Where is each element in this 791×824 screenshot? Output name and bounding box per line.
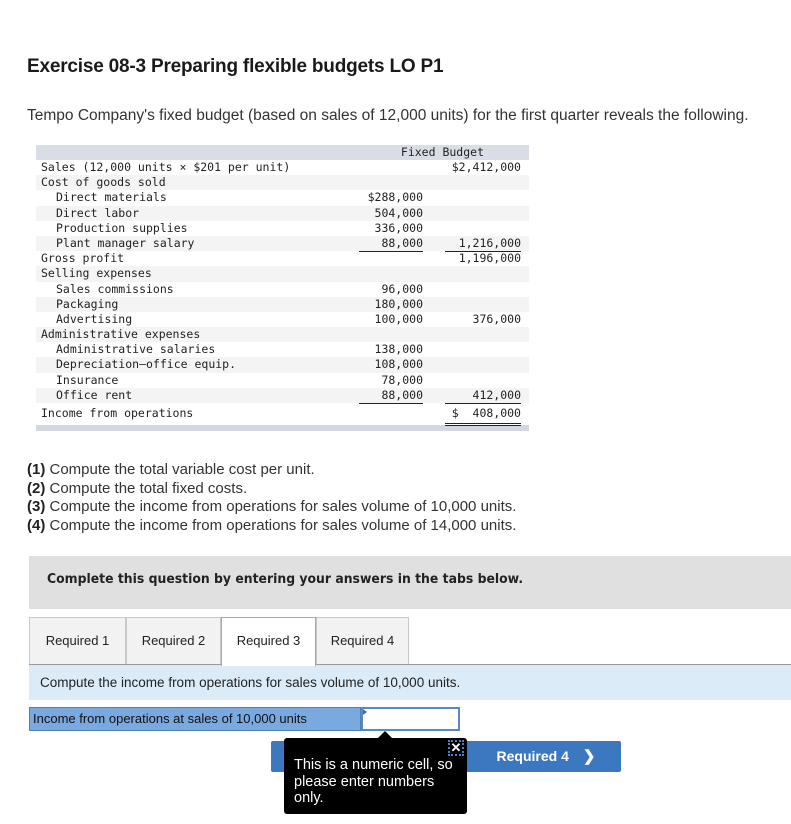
tooltip-arrow: [378, 731, 392, 738]
requirement-item: (1) Compute the total variable cost per …: [27, 461, 516, 480]
row-label: Direct materials: [56, 190, 167, 205]
tooltip-text: This is a numeric cell, so please enter …: [294, 757, 453, 806]
tab-required-4[interactable]: Required 4: [316, 617, 409, 665]
table-row: Depreciation—office equip. 108,000: [36, 357, 529, 373]
row-label: Depreciation—office equip.: [56, 357, 237, 372]
intro-text: Tempo Company's fixed budget (based on s…: [27, 107, 749, 124]
next-required-4-button[interactable]: Required 4 ❯: [471, 741, 621, 772]
row-label: Sales (12,000 units × $201 per unit): [41, 160, 291, 174]
instruction-banner: Complete this question by entering your …: [29, 556, 791, 609]
table-row: Selling expenses: [36, 266, 529, 282]
total-amount: $ 408,000: [445, 403, 521, 426]
next-button-label: Required 4: [496, 748, 569, 764]
table-row: Sales commissions 96,000: [36, 282, 529, 297]
table-row: Production supplies 336,000: [36, 221, 529, 236]
requirements-list: (1) Compute the total variable cost per …: [27, 461, 516, 535]
total-amount: $2,412,000: [451, 160, 521, 174]
table-row: Advertising 100,000 376,000: [36, 311, 529, 328]
requirement-item: (4) Compute the income from operations f…: [27, 517, 516, 536]
tab-required-1[interactable]: Required 1: [29, 617, 126, 665]
row-label: Direct labor: [56, 205, 140, 220]
table-row: Administrative salaries 138,000: [36, 342, 529, 357]
tab-required-3[interactable]: Required 3: [221, 617, 316, 666]
requirement-text: Compute the income from operations for s…: [45, 516, 517, 534]
table-row: Cost of goods sold: [36, 175, 529, 191]
row-label: Income from operations: [41, 406, 194, 420]
detail-amount: 78,000: [381, 372, 423, 387]
income-from-operations-input[interactable]: [361, 707, 460, 731]
row-label: Packaging: [56, 296, 119, 311]
row-label: Advertising: [56, 311, 133, 326]
question-strip: Compute the income from operations for s…: [29, 665, 791, 700]
row-label: Plant manager salary: [56, 235, 195, 250]
table-row: Direct labor 504,000: [36, 205, 529, 221]
table-row: Sales (12,000 units × $201 per unit) $2,4…: [36, 160, 529, 175]
requirement-item: (3) Compute the income from operations f…: [27, 498, 516, 517]
detail-amount: 138,000: [374, 342, 423, 357]
requirement-item: (2) Compute the total fixed costs.: [27, 480, 516, 499]
table-row: Plant manager salary 88,000 1,216,000: [36, 235, 529, 252]
answer-label: Income from operations at sales of 10,00…: [29, 707, 361, 731]
row-label: Sales commissions: [56, 281, 174, 296]
requirement-number: (1): [27, 461, 46, 478]
column-header-fixed-budget: Fixed Budget: [400, 145, 484, 159]
table-header-row: Fixed Budget: [36, 145, 529, 160]
table-row: Direct materials $288,000: [36, 190, 529, 205]
cell-flag-icon: [363, 709, 367, 715]
row-label: Cost of goods sold: [41, 175, 166, 190]
fixed-budget-table: Fixed Budget Sales (12,000 units × $201 …: [36, 145, 529, 431]
row-label: Production supplies: [56, 220, 188, 235]
requirement-number: (4): [27, 516, 46, 534]
detail-amount: 504,000: [374, 205, 423, 220]
question-text: Compute the income from operations for s…: [40, 675, 461, 690]
chevron-right-icon: ❯: [582, 748, 596, 765]
detail-amount: 96,000: [381, 281, 423, 296]
total-amount: 1,216,000: [445, 236, 521, 252]
total-amount: 1,196,000: [458, 251, 521, 266]
numeric-cell-tooltip: ✕ This is a numeric cell, so please ente…: [284, 731, 467, 814]
row-label: Administrative expenses: [41, 327, 201, 342]
requirement-text: Compute the income from operations for s…: [45, 498, 517, 515]
table-row: Packaging 180,000: [36, 296, 529, 312]
detail-amount: 100,000: [359, 312, 423, 328]
page-title: Exercise 08-3 Preparing flexible budgets…: [27, 56, 444, 77]
row-label: Office rent: [56, 387, 133, 402]
table-row: Gross profit 1,196,000: [36, 251, 529, 266]
requirement-number: (3): [27, 498, 46, 515]
row-label: Selling expenses: [41, 266, 152, 281]
detail-amount: 88,000: [359, 388, 423, 404]
tab-required-2[interactable]: Required 2: [126, 617, 221, 665]
detail-amount: 88,000: [359, 236, 423, 252]
table-row: Insurance 78,000: [36, 373, 529, 388]
requirement-number: (2): [27, 479, 46, 497]
total-amount: 412,000: [445, 388, 521, 404]
detail-amount: $288,000: [367, 190, 423, 205]
total-amount: 376,000: [472, 311, 521, 326]
instruction-text: Complete this question by entering your …: [47, 571, 524, 587]
table-row: Income from operations $ 408,000: [36, 403, 529, 426]
detail-amount: 180,000: [374, 296, 423, 311]
table-row: Office rent 88,000 412,000: [36, 387, 529, 404]
detail-amount: 108,000: [374, 357, 423, 372]
row-label: Gross profit: [41, 251, 125, 266]
requirement-text: Compute the total variable cost per unit…: [45, 461, 315, 478]
detail-amount: 336,000: [374, 220, 423, 235]
row-label: Insurance: [56, 372, 119, 387]
requirement-text: Compute the total fixed costs.: [45, 479, 248, 497]
close-icon[interactable]: ✕: [448, 740, 464, 756]
table-row: Administrative expenses: [36, 327, 529, 343]
row-label: Administrative salaries: [56, 342, 216, 357]
